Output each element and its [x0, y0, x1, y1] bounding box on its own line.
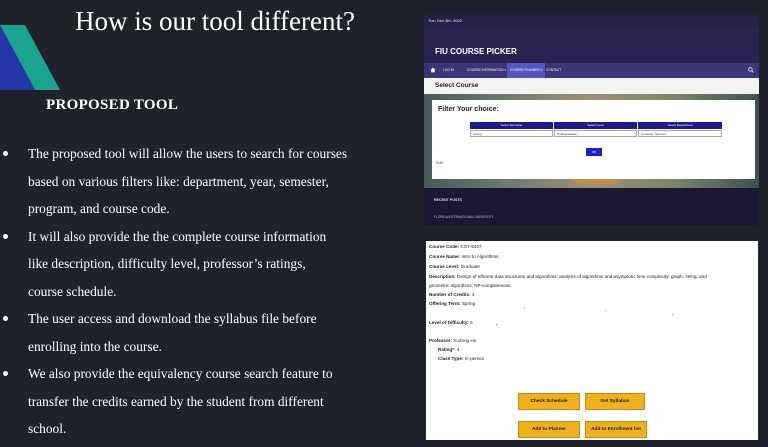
description-row: Description: Design of efficient data st…: [429, 274, 707, 279]
slide-title: How is our tool different?: [75, 6, 355, 36]
nav-bar: LOG IN COURSE INFORMATION ▾ COURSE PLANN…: [424, 63, 759, 78]
search-icon[interactable]: [748, 67, 754, 73]
course-level-row: Course Level: Graduate: [429, 264, 480, 269]
nav-course-planner[interactable]: COURSE PLANNER ▾: [507, 63, 546, 78]
filter-table: Select Semester Select Level Select Depa…: [470, 122, 722, 138]
bullet-dot: [3, 233, 8, 239]
edit-link[interactable]: Edit: [436, 160, 443, 165]
course-name-row: Course Name: Intro to Algorithms: [429, 254, 499, 259]
marker-dot: [672, 314, 674, 316]
footer-text: FLORIDA INTERNATIONAL UNIVERSITY: [434, 215, 494, 219]
marker-dot: [496, 324, 498, 326]
date-bar: Tue, Dec 8th, 2020: [424, 15, 759, 27]
marker-dot: [524, 308, 526, 310]
bullet-dot: [3, 371, 8, 376]
bullet-item: It will also provide the the complete co…: [0, 223, 405, 306]
add-to-enrollment-button[interactable]: Add to Enrollment list: [585, 421, 647, 438]
bullet-item: The proposed tool will allow the users t…: [0, 140, 405, 223]
nav-contact[interactable]: CONTACT: [543, 63, 564, 78]
filter-header-semester: Select Semester: [470, 122, 553, 129]
bullet-dot: [3, 151, 8, 156]
professor-row: Professor: Xudong He: [429, 338, 477, 343]
bullet-dot: [3, 316, 8, 321]
class-type-row: Class Type: In-person: [438, 356, 485, 361]
bullet-item: The user access and download the syllabu…: [0, 305, 405, 360]
credits-row: Number of Credits: 3: [429, 292, 475, 297]
add-to-planner-button[interactable]: Add to Planner: [518, 421, 580, 438]
level-select[interactable]: Undergraduate: [554, 130, 637, 137]
ok-button[interactable]: OK: [586, 148, 602, 156]
home-icon[interactable]: [430, 67, 436, 73]
nav-login[interactable]: LOG IN: [440, 63, 457, 78]
difficulty-row: Level of Difficulty: 5: [429, 320, 473, 325]
check-schedule-button[interactable]: Check Schedule: [518, 393, 580, 410]
brand-header: FIU COURSE PICKER: [424, 27, 759, 63]
department-select[interactable]: Computer Science: [638, 130, 722, 137]
term-row: Offering Term: Spring: [429, 301, 476, 306]
filter-header-level: Select Level: [554, 122, 637, 129]
footer: RECENT POSTS FLORIDA INTERNATIONAL UNIVE…: [424, 188, 759, 225]
section-heading: PROPOSED TOOL: [46, 97, 179, 113]
marker-dot: [605, 310, 607, 312]
brand-title: FIU COURSE PICKER: [435, 47, 517, 56]
semester-select[interactable]: Spring: [470, 130, 553, 137]
select-course-bar: Select Course: [424, 78, 759, 94]
recent-posts-heading: RECENT POSTS: [434, 198, 462, 202]
course-code-row: Course Code: COT-5407: [429, 244, 482, 249]
filter-panel: Filter Your choice: Select Semester Sele…: [432, 100, 755, 179]
select-course-heading: Select Course: [435, 82, 479, 89]
description-row-2: geometric algorithms; NP-completeness.: [429, 283, 512, 288]
filter-title: Filter Your choice:: [438, 106, 499, 113]
nav-course-info[interactable]: COURSE INFORMATION ▾: [464, 63, 509, 78]
get-syllabus-button[interactable]: Get Syllabus: [585, 393, 645, 410]
rating-row: Rating*: 4: [438, 347, 460, 352]
bullet-list: The proposed tool will allow the users t…: [0, 140, 405, 443]
course-picker-screenshot: Tue, Dec 8th, 2020 FIU COURSE PICKER LOG…: [424, 15, 759, 225]
filter-header-department: Select Department: [638, 122, 722, 129]
bullet-item: We also provide the equivalency course s…: [0, 360, 405, 443]
course-detail-screenshot: Course Code: COT-5407 Course Name: Intro…: [426, 241, 758, 440]
